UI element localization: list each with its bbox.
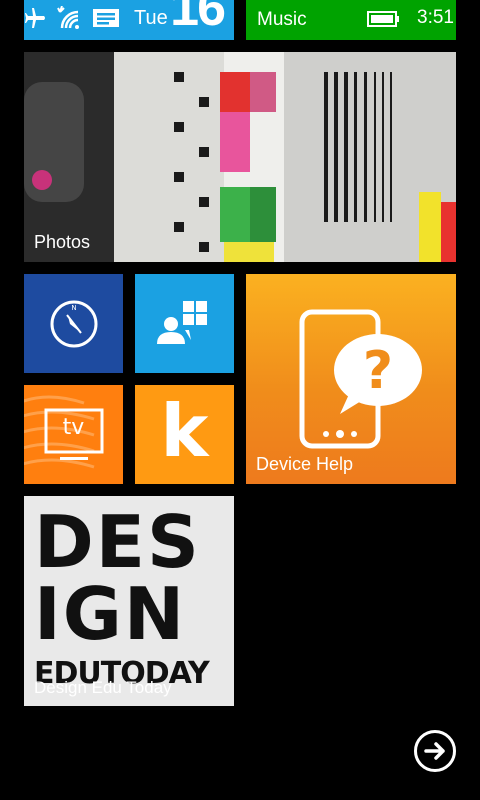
clock: 3:51 xyxy=(417,7,454,28)
tv-tile[interactable]: tv xyxy=(24,385,123,484)
k-app-tile[interactable]: k xyxy=(135,385,234,484)
message-icon xyxy=(93,9,119,27)
svg-text:?: ? xyxy=(363,341,393,401)
photo-image xyxy=(24,52,456,262)
design-edu-today-tile[interactable]: DES IGN EDUTODAY Design Edu Today xyxy=(24,496,234,706)
photos-tile[interactable]: Photos xyxy=(24,52,456,262)
device-help-tile[interactable]: ? Device Help xyxy=(246,274,456,484)
k-logo: k xyxy=(160,389,209,473)
day-label: Tue xyxy=(134,6,168,29)
compass-icon: N xyxy=(50,300,98,348)
airplane-icon xyxy=(25,8,45,28)
music-tile[interactable]: Music 3:51 xyxy=(246,0,456,40)
arrow-right-icon xyxy=(424,742,445,760)
tv-label: tv xyxy=(62,415,85,440)
status-icons: Tue xyxy=(24,5,168,31)
design-art-line2: IGN xyxy=(34,572,187,656)
calendar-tile[interactable]: Tue 16 xyxy=(24,0,234,40)
date-number: 16 xyxy=(170,0,226,37)
compass-tile[interactable]: N xyxy=(24,274,123,373)
photos-label: Photos xyxy=(34,232,91,252)
battery-icon xyxy=(367,11,399,27)
store-icon xyxy=(157,301,207,344)
all-apps-button[interactable] xyxy=(414,730,456,772)
wifi-icon xyxy=(57,6,79,29)
design-label: Design Edu Today xyxy=(34,678,172,697)
svg-text:N: N xyxy=(71,304,76,312)
music-label: Music xyxy=(257,9,307,30)
store-tile[interactable] xyxy=(135,274,234,373)
device-help-label: Device Help xyxy=(256,454,354,474)
device-help-icon: ? xyxy=(299,309,422,449)
